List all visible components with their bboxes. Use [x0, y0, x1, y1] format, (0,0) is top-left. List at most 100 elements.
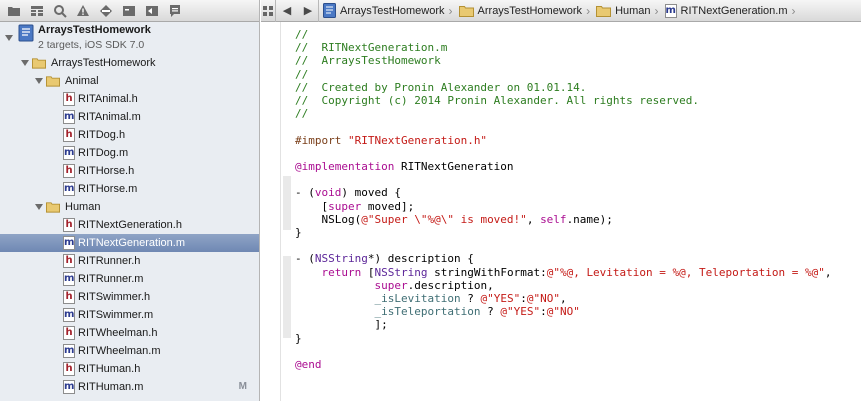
file-row[interactable]: h RITHorse.h	[0, 162, 259, 180]
chevron-right-icon: ›	[448, 3, 453, 18]
breadcrumb-label: RITNextGeneration.m	[680, 4, 788, 17]
code-line[interactable]: _isLevitation ? @"YES":@"NO",	[295, 292, 566, 305]
file-label: RITNextGeneration.m	[78, 237, 185, 249]
code-token: ?	[480, 305, 501, 319]
code-token: }	[295, 331, 302, 345]
breadcrumb-group[interactable]: ArraysTestHomework	[455, 0, 585, 22]
breadcrumb-label: ArraysTestHomework	[477, 4, 583, 17]
breakpoint-icon[interactable]	[98, 3, 114, 19]
chevron-right-icon: ›	[791, 3, 796, 18]
file-row[interactable]: m RITAnimal.m	[0, 108, 259, 126]
breadcrumb-subgroup[interactable]: Human	[592, 0, 652, 22]
folder-icon[interactable]	[6, 3, 22, 19]
code-token: }	[295, 226, 302, 239]
disclosure-expanded-icon[interactable]	[34, 76, 44, 86]
related-items-icon[interactable]	[261, 0, 275, 22]
code-token: [	[295, 199, 329, 213]
file-row[interactable]: m RITDog.m	[0, 144, 259, 162]
code-line[interactable]: //	[295, 68, 308, 81]
code-token: #import	[295, 133, 348, 147]
file-row[interactable]: h RITHuman.h	[0, 360, 259, 378]
code-line[interactable]: return [NSString stringWithFormat:@"%@, …	[295, 265, 832, 279]
code-line[interactable]: - (NSString*) description {	[295, 252, 474, 265]
disclosure-expanded-icon[interactable]	[34, 202, 44, 212]
code-token: @"NO"	[546, 305, 580, 319]
code-token: @"%@, Levitation = %@, Teleportation = %…	[546, 265, 825, 279]
file-row[interactable]: h RITNextGeneration.h	[0, 216, 259, 234]
navigator-toolbar	[0, 0, 259, 22]
code-line[interactable]: [super moved];	[295, 200, 414, 213]
forward-button[interactable]: ▶	[298, 0, 318, 22]
breadcrumb-label: Human	[615, 4, 651, 17]
code-line[interactable]: // Created by Pronin Alexander on 01.01.…	[295, 81, 586, 94]
project-row[interactable]: ArraysTestHomework 2 targets, iOS SDK 7.…	[0, 22, 259, 54]
code-line[interactable]: super.description,	[295, 279, 493, 292]
file-row[interactable]: h RITDog.h	[0, 126, 259, 144]
code-token: [	[361, 265, 375, 279]
debug-icon[interactable]	[144, 3, 160, 19]
search-icon[interactable]	[52, 3, 68, 19]
code-line[interactable]: _isTeleportation ? @"YES":@"NO"	[295, 305, 580, 319]
breadcrumb-project[interactable]: ArraysTestHomework	[319, 0, 447, 22]
file-row[interactable]: m RITSwimmer.m	[0, 306, 259, 324]
code-token: :	[540, 305, 547, 319]
back-button[interactable]: ◀	[276, 0, 298, 22]
code-line[interactable]: NSLog(@"Super \"%@\" is moved!", self.na…	[295, 212, 612, 226]
file-row[interactable]: m RITHorse.m	[0, 180, 259, 198]
folder-icon	[46, 74, 60, 88]
group-row-root[interactable]: ArraysTestHomework	[0, 54, 259, 72]
disclosure-expanded-icon[interactable]	[20, 58, 30, 68]
file-row[interactable]: m RITRunner.m	[0, 270, 259, 288]
code-token: @"YES"	[500, 305, 541, 319]
code-line[interactable]: }	[295, 226, 302, 239]
code-line[interactable]: //	[295, 28, 308, 41]
code-token: @implementation	[295, 160, 395, 173]
log-icon[interactable]	[167, 3, 183, 19]
code-fold-ribbon[interactable]	[283, 176, 291, 230]
breadcrumb-file[interactable]: m RITNextGeneration.m	[661, 0, 790, 22]
warning-icon[interactable]	[75, 3, 91, 19]
code-line[interactable]: ];	[295, 318, 387, 331]
file-row-selected[interactable]: m RITNextGeneration.m	[0, 234, 259, 252]
code-token: *) description {	[367, 252, 474, 266]
disclosure-expanded-icon[interactable]	[4, 33, 14, 43]
code-token: //	[295, 28, 309, 41]
code-line[interactable]: //	[295, 107, 308, 120]
code-line[interactable]: // Copyright (c) 2014 Pronin Alexander. …	[295, 94, 699, 107]
code-line[interactable]: @implementation RITNextGeneration	[295, 160, 514, 173]
xcode-project-icon	[18, 24, 34, 42]
header-file-icon: h	[62, 128, 76, 142]
code-line[interactable]: // ArraysTestHomework	[295, 54, 441, 67]
code-token: // ArraysTestHomework	[295, 54, 441, 68]
group-row-animal[interactable]: Animal	[0, 72, 259, 90]
group-row-human[interactable]: Human	[0, 198, 259, 216]
code-fold-ribbon[interactable]	[283, 256, 291, 338]
code-line[interactable]: - (void) moved {	[295, 186, 401, 199]
code-line[interactable]: #import "RITNextGeneration.h"	[295, 134, 487, 147]
code-token: ?	[460, 292, 481, 305]
group-label: Animal	[65, 75, 99, 87]
file-row[interactable]: h RITAnimal.h	[0, 90, 259, 108]
hierarchy-icon[interactable]	[29, 3, 45, 19]
code-token: _isLevitation	[374, 292, 461, 305]
tests-icon[interactable]	[121, 3, 137, 19]
code-token: self	[540, 212, 567, 226]
file-row[interactable]: h RITWheelman.h	[0, 324, 259, 342]
file-label: RITDog.h	[78, 129, 126, 141]
file-label: RITHorse.m	[78, 183, 138, 195]
file-row[interactable]: h RITSwimmer.h	[0, 288, 259, 306]
breadcrumb-label: ArraysTestHomework	[340, 4, 445, 17]
code-token: // Created by Pronin Alexander on 01.01.…	[295, 80, 587, 94]
file-row[interactable]: m RITWheelman.m	[0, 342, 259, 360]
line-gutter[interactable]	[261, 22, 281, 401]
code-line[interactable]: // RITNextGeneration.m	[295, 41, 447, 54]
code-token: ) moved {	[341, 186, 401, 200]
xcode-project-icon	[323, 3, 336, 18]
file-row[interactable]: m RITHuman.m M	[0, 378, 259, 396]
file-row[interactable]: h RITRunner.h	[0, 252, 259, 270]
code-line[interactable]: @end	[295, 358, 322, 371]
code-line[interactable]: }	[295, 332, 302, 345]
header-file-icon: h	[62, 362, 76, 376]
file-label: RITHorse.h	[78, 165, 135, 177]
source-editor: ◀ ▶ ArraysTestHomework › ArraysTestHomew…	[261, 0, 861, 401]
